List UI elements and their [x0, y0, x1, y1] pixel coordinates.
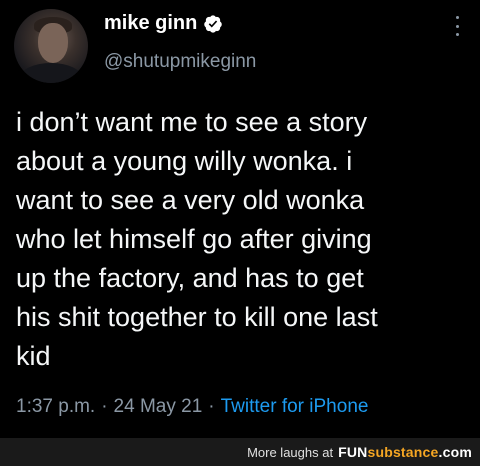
verified-badge-icon [204, 14, 223, 33]
more-options-icon[interactable] [449, 16, 465, 36]
author-handle[interactable]: @shutupmikeginn [104, 51, 256, 73]
tweet-text: i don’t want me to see a story about a y… [16, 107, 378, 371]
avatar-shoulders [20, 63, 82, 83]
meta-separator: · [101, 396, 108, 417]
meta-separator: · [208, 396, 215, 417]
tweet-time[interactable]: 1:37 p.m. [16, 396, 95, 418]
brand-accent: substance [367, 444, 439, 460]
more-dot [455, 24, 459, 28]
tweet-meta: 1:37 p.m. · 24 May 21 · Twitter for iPho… [16, 396, 368, 418]
avatar-face [38, 23, 68, 63]
more-dot [455, 16, 459, 19]
site-footer: More laughs at FUNsubstance.com [0, 438, 480, 466]
footer-tagline: More laughs at [247, 444, 334, 460]
author-name[interactable]: mike ginn [104, 12, 197, 35]
brand-main: FUN [338, 444, 368, 460]
tweet-card: mike ginn @shutupmikeginn i don’t want m… [0, 0, 480, 438]
tweet-source-link[interactable]: Twitter for iPhone [221, 396, 369, 418]
more-dot [455, 33, 459, 36]
author-name-row[interactable]: mike ginn [104, 12, 223, 35]
brand-suffix: .com [438, 444, 472, 460]
tweet-date[interactable]: 24 May 21 [114, 396, 203, 418]
site-logo[interactable]: FUNsubstance.com [338, 444, 472, 460]
avatar[interactable] [14, 9, 88, 83]
